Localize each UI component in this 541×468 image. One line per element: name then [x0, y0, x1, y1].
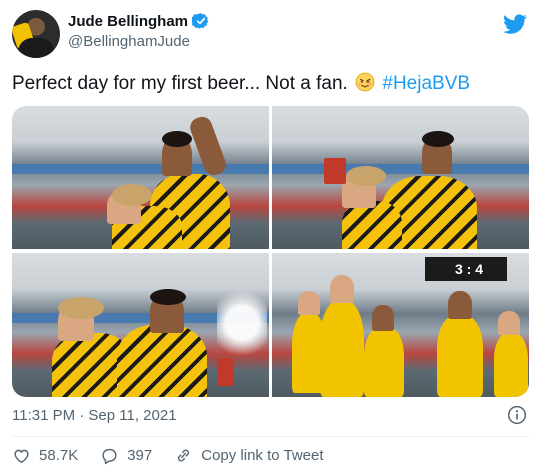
photo-2[interactable]	[272, 106, 529, 249]
teammate-hair	[58, 297, 104, 319]
player-jersey	[494, 333, 528, 397]
player-jersey	[117, 325, 207, 397]
author-handle[interactable]: @BellinghamJude	[68, 33, 190, 50]
reply-count: 397	[127, 447, 153, 464]
like-button[interactable]: 58.7K	[12, 446, 78, 465]
photo-4[interactable]: 3 : 4	[272, 253, 529, 397]
photo-1[interactable]	[12, 106, 269, 249]
tweet-card: Jude Bellingham @BellinghamJude Perfect …	[0, 0, 541, 468]
stadium-banner	[12, 164, 269, 174]
avatar-shirt	[18, 38, 54, 58]
link-icon	[178, 449, 190, 462]
teammate-hair	[346, 166, 386, 186]
author-name-row[interactable]: Jude Bellingham	[68, 12, 210, 30]
tweet-timestamp[interactable]: 11:31 PM · Sep 11, 2021	[12, 407, 177, 424]
beer-spray	[217, 283, 267, 363]
photo-3[interactable]	[12, 253, 269, 397]
like-count: 58.7K	[39, 447, 79, 464]
media-grid: 3 : 4	[12, 106, 529, 397]
player-jersey	[364, 327, 404, 397]
player-hair	[150, 289, 186, 305]
hashtag-link[interactable]: #HejaBVB	[382, 73, 470, 94]
copy-link-label: Copy link to Tweet	[201, 447, 324, 464]
tweet-body: Perfect day for my first beer... Not a f…	[12, 73, 348, 94]
stadium-banner	[272, 164, 529, 174]
tweet-text: Perfect day for my first beer... Not a f…	[12, 72, 470, 96]
action-bar: 58.7K 397 Copy link to Tweet	[12, 446, 346, 465]
teammate-hair	[112, 184, 152, 206]
woozy-face-emoji-icon	[355, 72, 375, 92]
avatar[interactable]	[12, 10, 60, 58]
scoreboard: 3 : 4	[425, 257, 507, 281]
twitter-bird-icon[interactable]	[503, 12, 527, 36]
player-face	[298, 291, 320, 315]
player-face	[498, 311, 520, 335]
player-jersey	[437, 315, 483, 397]
heart-icon	[14, 449, 29, 464]
player-hair	[422, 131, 454, 147]
scoreboard-score: 3 : 4	[455, 261, 484, 277]
divider	[12, 436, 529, 437]
beer-cup	[217, 358, 233, 386]
display-name[interactable]: Jude Bellingham	[68, 13, 188, 30]
reply-button[interactable]: 397	[100, 446, 152, 465]
player-face	[330, 275, 354, 303]
info-icon[interactable]	[507, 405, 527, 425]
beer-cup	[324, 158, 346, 184]
verified-badge-icon	[192, 13, 209, 29]
player-hair	[162, 131, 192, 147]
player-jersey	[320, 301, 364, 397]
player-face	[448, 291, 472, 319]
teammate-jersey	[342, 201, 402, 249]
player-face	[372, 305, 394, 331]
reply-icon	[102, 448, 117, 465]
copy-link-button[interactable]: Copy link to Tweet	[174, 446, 324, 465]
